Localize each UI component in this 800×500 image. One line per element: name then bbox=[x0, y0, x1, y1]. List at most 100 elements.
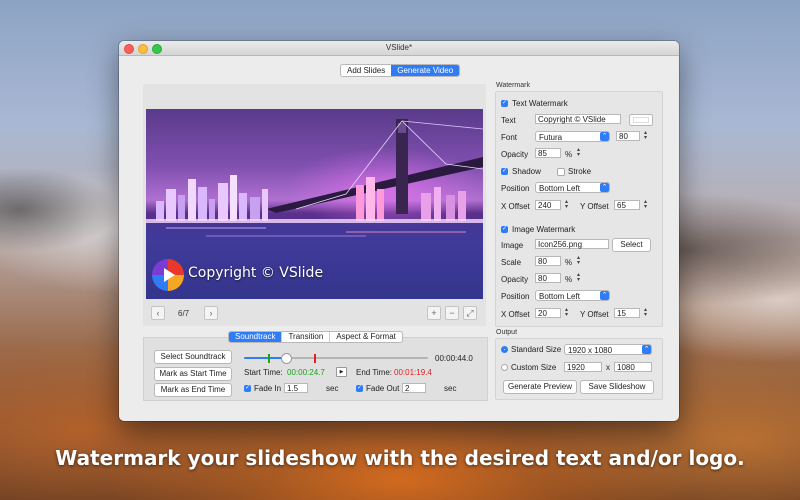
scale-unit: % bbox=[565, 258, 573, 267]
soundtrack-slider-fill bbox=[244, 357, 286, 359]
text-watermark-checkbox[interactable]: ✓ bbox=[501, 100, 508, 107]
watermark-group: ✓ Text Watermark Text Copyright © VSlide… bbox=[495, 91, 663, 327]
image-opacity-label: Opacity bbox=[501, 275, 529, 284]
scale-field[interactable]: 80 bbox=[535, 256, 561, 266]
generate-preview-button[interactable]: Generate Preview bbox=[503, 380, 577, 394]
opacity-label: Opacity bbox=[501, 150, 529, 159]
shadow-checkbox[interactable]: ✓ bbox=[501, 168, 508, 175]
image-y-offset-field[interactable]: 15 bbox=[614, 308, 640, 318]
tab-aspect-format[interactable]: Aspect & Format bbox=[330, 332, 402, 342]
scale-label: Scale bbox=[501, 258, 522, 267]
custom-width-field[interactable]: 1920 bbox=[564, 362, 602, 372]
soundtrack-duration: 00:00:44.0 bbox=[435, 354, 473, 363]
x-offset-field[interactable]: 240 bbox=[535, 200, 561, 210]
font-popup[interactable]: Futura ⌃ bbox=[535, 131, 610, 142]
image-opacity-stepper[interactable]: ▴ ▾ bbox=[575, 272, 582, 284]
soundtrack-panel: Select Soundtrack Mark as Start Time Mar… bbox=[143, 337, 488, 401]
scale-stepper[interactable]: ▴ ▾ bbox=[575, 255, 582, 267]
preview-panel: Copyright © VSlide ‹ 6/7 › + − ⤢ bbox=[143, 84, 486, 326]
chevron-right-icon[interactable]: › bbox=[204, 306, 218, 320]
y-offset-stepper[interactable]: ▴ ▾ bbox=[642, 199, 649, 211]
image-y-offset-stepper[interactable]: ▴ ▾ bbox=[642, 307, 649, 319]
font-size-field[interactable]: 80 bbox=[616, 131, 640, 141]
custom-height-field[interactable]: 1080 bbox=[614, 362, 652, 372]
title-bar: VSlide* bbox=[119, 41, 679, 56]
standard-size-value: 1920 x 1080 bbox=[568, 346, 613, 355]
custom-size-radio[interactable] bbox=[501, 364, 508, 371]
select-image-button[interactable]: Select bbox=[612, 238, 651, 252]
chevron-left-icon[interactable]: ‹ bbox=[151, 306, 165, 320]
start-marker[interactable] bbox=[268, 354, 270, 363]
opacity-stepper[interactable]: ▴ ▾ bbox=[575, 147, 582, 159]
position-value: Bottom Left bbox=[539, 184, 580, 193]
watermark-section-title: Watermark bbox=[496, 82, 530, 89]
position-label: Position bbox=[501, 184, 530, 193]
y-offset-field[interactable]: 65 bbox=[614, 200, 640, 210]
end-marker[interactable] bbox=[314, 354, 316, 363]
x-offset-stepper[interactable]: ▴ ▾ bbox=[563, 199, 570, 211]
image-y-offset-label: Y Offset bbox=[580, 310, 609, 319]
tab-add-slides[interactable]: Add Slides bbox=[341, 65, 391, 76]
stroke-label: Stroke bbox=[568, 167, 592, 176]
font-label: Font bbox=[501, 133, 518, 142]
tab-generate-video[interactable]: Generate Video bbox=[391, 65, 460, 76]
fade-out-field[interactable]: 2 bbox=[402, 383, 426, 393]
expand-icon[interactable]: ⤢ bbox=[463, 306, 477, 320]
watermark-text-overlay: Copyright © VSlide bbox=[188, 265, 324, 281]
standard-size-label: Standard Size bbox=[511, 345, 562, 354]
opacity-field[interactable]: 85 bbox=[535, 148, 561, 158]
image-x-offset-label: X Offset bbox=[501, 310, 530, 319]
output-group: Standard Size 1920 x 1080 ⌃ Custom Size … bbox=[495, 338, 663, 400]
slide-preview-image: Copyright © VSlide bbox=[146, 109, 483, 299]
text-color-well[interactable] bbox=[629, 114, 653, 126]
custom-size-label: Custom Size bbox=[511, 363, 557, 372]
chevron-updown-icon: ⌃ bbox=[600, 291, 609, 300]
play-icon[interactable]: ▶ bbox=[336, 367, 347, 377]
start-time-value: 00:00:24.7 bbox=[287, 368, 325, 377]
y-offset-label: Y Offset bbox=[580, 202, 609, 211]
plus-icon[interactable]: + bbox=[427, 306, 441, 320]
image-watermark-checkbox[interactable]: ✓ bbox=[501, 226, 508, 233]
stroke-checkbox[interactable] bbox=[557, 168, 565, 176]
tab-soundtrack[interactable]: Soundtrack bbox=[229, 332, 283, 342]
zoom-icon[interactable] bbox=[152, 44, 162, 54]
window-controls bbox=[124, 44, 162, 54]
start-time-label: Start Time: bbox=[244, 368, 283, 377]
standard-size-radio[interactable] bbox=[501, 346, 508, 353]
image-file-field[interactable]: Icon256.png bbox=[535, 239, 609, 249]
image-label: Image bbox=[501, 241, 524, 250]
position-popup[interactable]: Bottom Left ⌃ bbox=[535, 182, 610, 193]
close-icon[interactable] bbox=[124, 44, 134, 54]
select-soundtrack-button[interactable]: Select Soundtrack bbox=[154, 350, 232, 364]
output-section-title: Output bbox=[496, 329, 518, 336]
image-watermark-label: Image Watermark bbox=[512, 225, 576, 234]
promo-caption: Watermark your slideshow with the desire… bbox=[55, 446, 745, 470]
fade-out-label: Fade Out bbox=[366, 384, 400, 393]
image-position-popup[interactable]: Bottom Left ⌃ bbox=[535, 290, 610, 301]
window-title: VSlide* bbox=[385, 43, 413, 52]
image-x-offset-field[interactable]: 20 bbox=[535, 308, 561, 318]
mark-end-time-button[interactable]: Mark as End Time bbox=[154, 383, 232, 397]
text-watermark-label: Text Watermark bbox=[512, 99, 568, 108]
fade-in-checkbox[interactable]: ✓ bbox=[244, 385, 251, 392]
minus-icon[interactable]: − bbox=[445, 306, 459, 320]
image-position-label: Position bbox=[501, 292, 530, 301]
x-offset-label: X Offset bbox=[501, 202, 530, 211]
image-opacity-field[interactable]: 80 bbox=[535, 273, 561, 283]
image-opacity-unit: % bbox=[565, 275, 573, 284]
mark-start-time-button[interactable]: Mark as Start Time bbox=[154, 367, 232, 381]
end-time-label: End Time: bbox=[356, 368, 393, 377]
font-size-stepper[interactable]: ▴ ▾ bbox=[642, 130, 649, 142]
save-slideshow-button[interactable]: Save Slideshow bbox=[580, 380, 654, 394]
image-x-offset-stepper[interactable]: ▴ ▾ bbox=[563, 307, 570, 319]
fade-in-field[interactable]: 1.5 bbox=[284, 383, 308, 393]
standard-size-popup[interactable]: 1920 x 1080 ⌃ bbox=[564, 344, 652, 355]
fade-in-unit: sec bbox=[326, 384, 339, 393]
size-separator: x bbox=[606, 363, 610, 372]
playhead-knob[interactable] bbox=[281, 353, 292, 364]
fade-out-checkbox[interactable]: ✓ bbox=[356, 385, 363, 392]
minimize-icon[interactable] bbox=[138, 44, 148, 54]
chevron-updown-icon: ⌃ bbox=[642, 345, 651, 354]
tab-transition[interactable]: Transition bbox=[282, 332, 331, 342]
watermark-text-field[interactable]: Copyright © VSlide bbox=[535, 114, 621, 124]
